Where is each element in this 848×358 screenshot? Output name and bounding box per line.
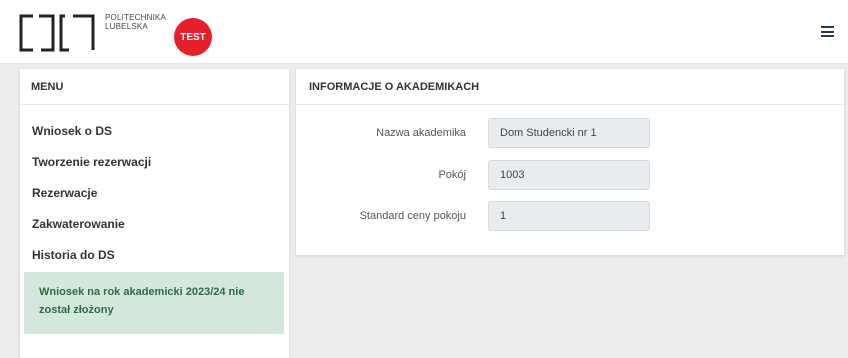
- university-logo[interactable]: [17, 12, 97, 54]
- hamburger-bar: [821, 26, 834, 28]
- room-label: Pokój: [438, 169, 466, 181]
- application-status-notice: Wniosek na rok akademicki 2023/24 nie zo…: [24, 272, 284, 334]
- menu-item-tworzenie-rezerwacji[interactable]: Tworzenie rezerwacji: [32, 146, 289, 177]
- field-row-room-price-standard: Standard ceny pokoju 1: [296, 201, 844, 231]
- menu-list: Wniosek o DS Tworzenie rezerwacji Rezerw…: [20, 105, 289, 270]
- university-name: POLITECHNIKA LUBELSKA: [105, 13, 166, 31]
- field-row-dormitory-name: Nazwa akademika Dom Studencki nr 1: [296, 118, 844, 148]
- hamburger-menu-icon[interactable]: [821, 26, 834, 37]
- top-header: POLITECHNIKA LUBELSKA TEST: [0, 0, 848, 64]
- university-name-line1: POLITECHNIKA: [105, 13, 167, 22]
- menu-title: MENU: [20, 69, 289, 105]
- field-row-room: Pokój 1003: [296, 160, 844, 190]
- page: POLITECHNIKA LUBELSKA TEST MENU Wniosek …: [0, 0, 848, 358]
- menu-item-historia-do-ds[interactable]: Historia do DS: [32, 239, 289, 270]
- info-title: INFORMACJE O AKADEMIKACH: [296, 69, 844, 105]
- test-badge: TEST: [174, 18, 212, 56]
- room-field: 1003: [488, 160, 650, 190]
- room-price-standard-field: 1: [488, 201, 650, 231]
- menu-item-zakwaterowanie[interactable]: Zakwaterowanie: [32, 208, 289, 239]
- dormitory-info-card: INFORMACJE O AKADEMIKACH Nazwa akademika…: [296, 69, 844, 255]
- dormitory-name-label: Nazwa akademika: [376, 127, 466, 139]
- hamburger-bar: [821, 30, 834, 33]
- menu-item-rezerwacje[interactable]: Rezerwacje: [32, 177, 289, 208]
- hamburger-bar: [821, 35, 834, 37]
- university-name-line2: LUBELSKA: [105, 22, 148, 31]
- dormitory-name-field: Dom Studencki nr 1: [488, 118, 650, 148]
- menu-item-wniosek-o-ds[interactable]: Wniosek o DS: [32, 115, 289, 146]
- room-price-standard-label: Standard ceny pokoju: [359, 210, 466, 222]
- sidebar-menu: MENU Wniosek o DS Tworzenie rezerwacji R…: [20, 69, 289, 358]
